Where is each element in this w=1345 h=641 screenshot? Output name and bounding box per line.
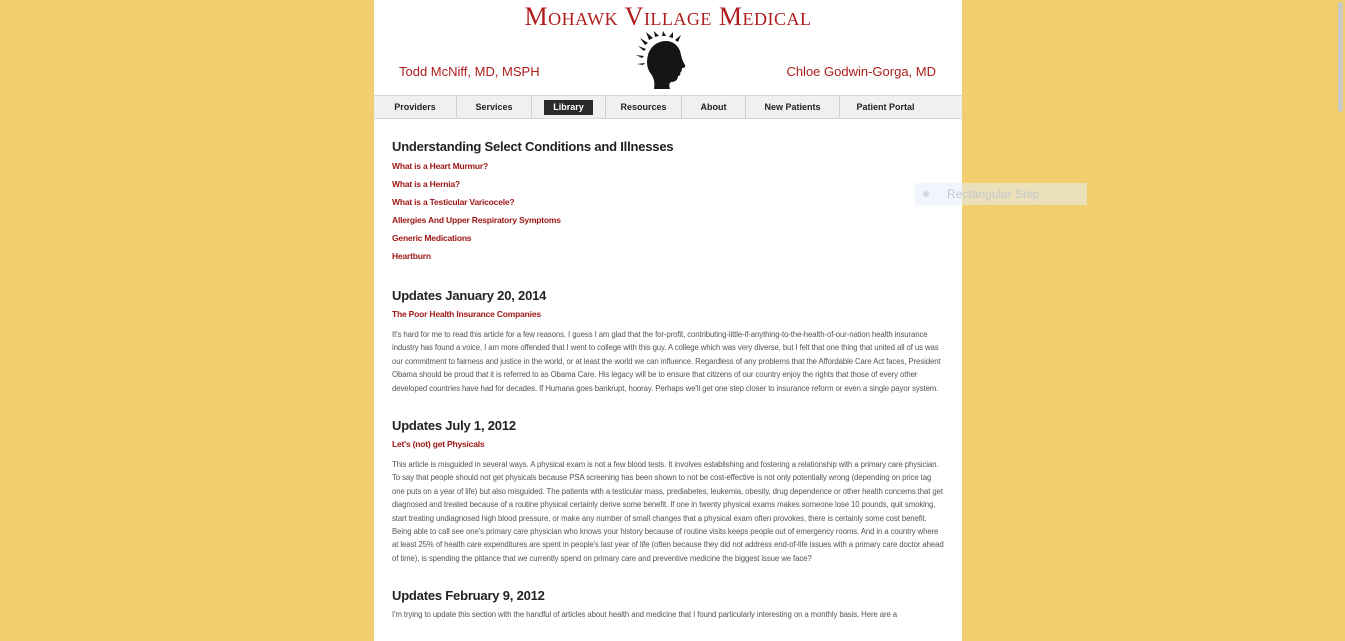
update-body-text: It's hard for me to read this article fo… <box>392 330 941 393</box>
main-content: Understanding Select Conditions and Illn… <box>392 138 944 622</box>
list-item: Heartburn <box>392 249 944 267</box>
nav-label: Patient Portal <box>856 101 915 112</box>
nav-patient-portal[interactable]: Patient Portal <box>840 96 931 118</box>
nav-resources[interactable]: Resources <box>606 96 682 118</box>
doctor-name-left[interactable]: Todd McNiff, MD, MSPH <box>399 64 540 80</box>
update-body-text: This article is misguided in several way… <box>392 460 944 563</box>
condition-link-allergies[interactable]: Allergies And Upper Respiratory Symptoms <box>392 215 561 225</box>
nav-label: Library <box>544 99 593 115</box>
nav-new-patients[interactable]: New Patients <box>746 96 840 118</box>
condition-link-varicocele[interactable]: What is a Testicular Varicocele? <box>392 197 515 207</box>
rectangular-snip-overlay[interactable]: Rectangular Snip <box>915 183 1087 205</box>
nav-label: Resources <box>620 101 667 112</box>
update-article-link[interactable]: Let's (not) get Physicals <box>392 438 944 450</box>
condition-link-hernia[interactable]: What is a Hernia? <box>392 179 460 189</box>
page-scrollbar[interactable] <box>1335 0 1345 641</box>
doctor-name-right[interactable]: Chloe Godwin-Gorga, MD <box>786 64 936 80</box>
scrollbar-thumb[interactable] <box>1338 2 1343 112</box>
nav-label: New Patients <box>764 101 821 112</box>
nav-label: About <box>700 101 727 112</box>
nav-services[interactable]: Services <box>457 96 532 118</box>
nav-library[interactable]: Library <box>532 96 606 118</box>
snip-dot-icon <box>923 191 929 197</box>
list-item: Generic Medications <box>392 231 944 249</box>
list-item: What is a Heart Murmur? <box>392 159 944 177</box>
conditions-heading: Understanding Select Conditions and Illn… <box>392 139 674 154</box>
list-item: Allergies And Upper Respiratory Symptoms <box>392 213 944 231</box>
condition-link-generic-medications[interactable]: Generic Medications <box>392 233 472 243</box>
list-item: What is a Hernia? <box>392 177 944 195</box>
nav-label: Services <box>475 101 513 112</box>
main-nav: Providers Services Library Resources Abo… <box>374 95 962 119</box>
update-section: Updates February 9, 2012 I'm trying to u… <box>392 587 944 621</box>
page-container: Mohawk Village Medical Todd McNiff, MD, … <box>374 0 962 641</box>
update-article-link[interactable]: The Poor Health Insurance Companies <box>392 308 944 320</box>
update-body-text: I'm trying to update this section with t… <box>392 610 898 620</box>
site-title[interactable]: Mohawk Village Medical <box>374 2 962 32</box>
nav-providers[interactable]: Providers <box>374 96 457 118</box>
nav-about[interactable]: About <box>682 96 746 118</box>
update-section: Updates July 1, 2012 Let's (not) get Phy… <box>392 417 944 565</box>
update-heading: Updates July 1, 2012 <box>392 418 516 434</box>
update-section: Updates January 20, 2014 The Poor Health… <box>392 287 944 395</box>
update-heading: Updates February 9, 2012 <box>392 588 545 604</box>
update-heading: Updates January 20, 2014 <box>392 288 547 303</box>
condition-link-heartburn[interactable]: Heartburn <box>392 251 431 261</box>
list-item: What is a Testicular Varicocele? <box>392 195 944 213</box>
conditions-link-list: What is a Heart Murmur? What is a Hernia… <box>392 159 944 267</box>
mohawk-profile-logo-icon <box>636 31 686 89</box>
nav-label: Providers <box>394 101 436 112</box>
snip-label: Rectangular Snip <box>947 187 1040 201</box>
condition-link-heart-murmur[interactable]: What is a Heart Murmur? <box>392 161 488 171</box>
